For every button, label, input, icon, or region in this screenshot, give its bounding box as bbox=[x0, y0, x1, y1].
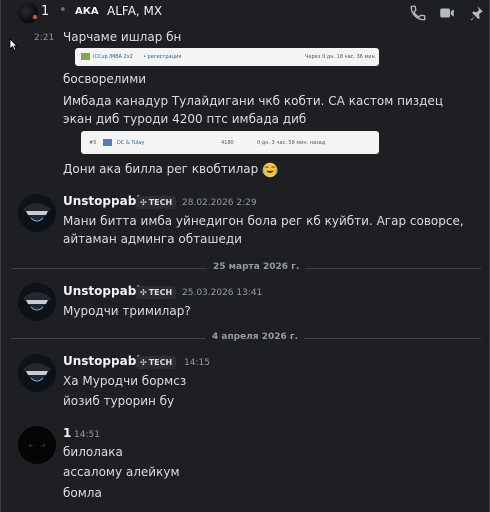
chat-window: 1 • АКА ALFA, MX 2:21 Чарчаме ишлар бн i… bbox=[0, 0, 490, 512]
header-alias: ALFA, MX bbox=[107, 4, 163, 18]
cross-icon: ✣ bbox=[140, 198, 147, 207]
chat-header: 1 • АКА ALFA, MX bbox=[1, 0, 489, 26]
embed-link: • регистрация bbox=[143, 54, 182, 60]
message-text: билолака bbox=[63, 445, 123, 459]
message-timestamp: 2:21 bbox=[34, 33, 55, 43]
avatar[interactable] bbox=[18, 194, 56, 232]
cross-icon: ✣ bbox=[140, 288, 147, 297]
message-text: Имбада канадур Тулайдигани чкб кобти. CA… bbox=[63, 94, 443, 126]
message-timestamp: 14:51 bbox=[74, 430, 100, 440]
embed-rank: #5 bbox=[89, 140, 97, 146]
message-text: Дони ака билла рег квобтилар bbox=[63, 162, 259, 176]
avatar[interactable] bbox=[18, 426, 56, 464]
date-divider-label: 4 апреля 2026 г. bbox=[206, 332, 305, 342]
embedded-image[interactable]: iCCup IMBA 2x2 • регистрация Через 0 дн.… bbox=[75, 48, 379, 66]
embed-countdown: Через 0 дн. 18 час. 36 мин. bbox=[305, 54, 377, 60]
phone-icon[interactable] bbox=[409, 4, 427, 22]
embed-time-ago: 0 дн. 3 час. 58 мин. назад bbox=[257, 140, 326, 146]
message-text: Чарчаме ишлар бн bbox=[63, 30, 182, 44]
message-timestamp: 25.03.2026 13:41 bbox=[182, 288, 263, 298]
server-tag-label: TECH bbox=[148, 288, 173, 297]
message-text: бомла bbox=[63, 486, 102, 500]
message-text: Муродчи тримилар? bbox=[63, 304, 191, 318]
flag-icon bbox=[81, 53, 90, 60]
server-tag-badge[interactable]: ✣ TECH bbox=[136, 286, 177, 299]
mouse-cursor-icon bbox=[9, 38, 18, 51]
cross-icon: ✣ bbox=[140, 358, 147, 367]
message-timestamp: 14:15 bbox=[184, 358, 210, 368]
avatar[interactable] bbox=[18, 354, 56, 392]
pushpin-icon[interactable] bbox=[467, 4, 485, 22]
header-separator: • bbox=[59, 3, 67, 18]
dnd-status-icon bbox=[32, 14, 38, 20]
flag-icon bbox=[103, 139, 112, 146]
server-tag-badge[interactable]: ✣ TECH bbox=[136, 356, 177, 369]
message-line: Дони ака билла рег квобтилар bbox=[63, 160, 278, 178]
date-divider-label: 25 марта 2026 г. bbox=[207, 262, 306, 272]
embed-players: DC & Tulay bbox=[117, 140, 145, 146]
server-tag-label: TECH bbox=[148, 198, 173, 207]
message-author[interactable]: 1 bbox=[63, 426, 71, 440]
message-text: йозиб турорин бу bbox=[63, 394, 175, 408]
server-tag-label: TECH bbox=[148, 358, 173, 367]
message-text: Мани битта имба уйнедигон бола рег кб ку… bbox=[63, 214, 464, 246]
server-tag-badge[interactable]: ✣ TECH bbox=[136, 196, 177, 209]
header-username[interactable]: 1 bbox=[41, 4, 49, 19]
avatar[interactable] bbox=[18, 283, 56, 321]
message-timestamp: 28.02.2026 2:29 bbox=[182, 198, 257, 208]
header-nickname-label: АКА bbox=[75, 6, 99, 17]
avatar[interactable] bbox=[18, 3, 38, 23]
embed-points: 4180 bbox=[221, 140, 234, 146]
message-text: Ха Муродчи бормсз bbox=[63, 374, 187, 388]
embedded-image[interactable]: #5 DC & Tulay 4180 0 дн. 3 час. 58 мин. … bbox=[81, 131, 379, 154]
joy-emoji-icon bbox=[262, 162, 278, 177]
message-text: ассалому алейкум bbox=[63, 465, 180, 479]
message-text: босворелими bbox=[63, 72, 147, 86]
video-icon[interactable] bbox=[438, 4, 456, 22]
embed-name: iCCup IMBA 2x2 bbox=[93, 54, 133, 60]
